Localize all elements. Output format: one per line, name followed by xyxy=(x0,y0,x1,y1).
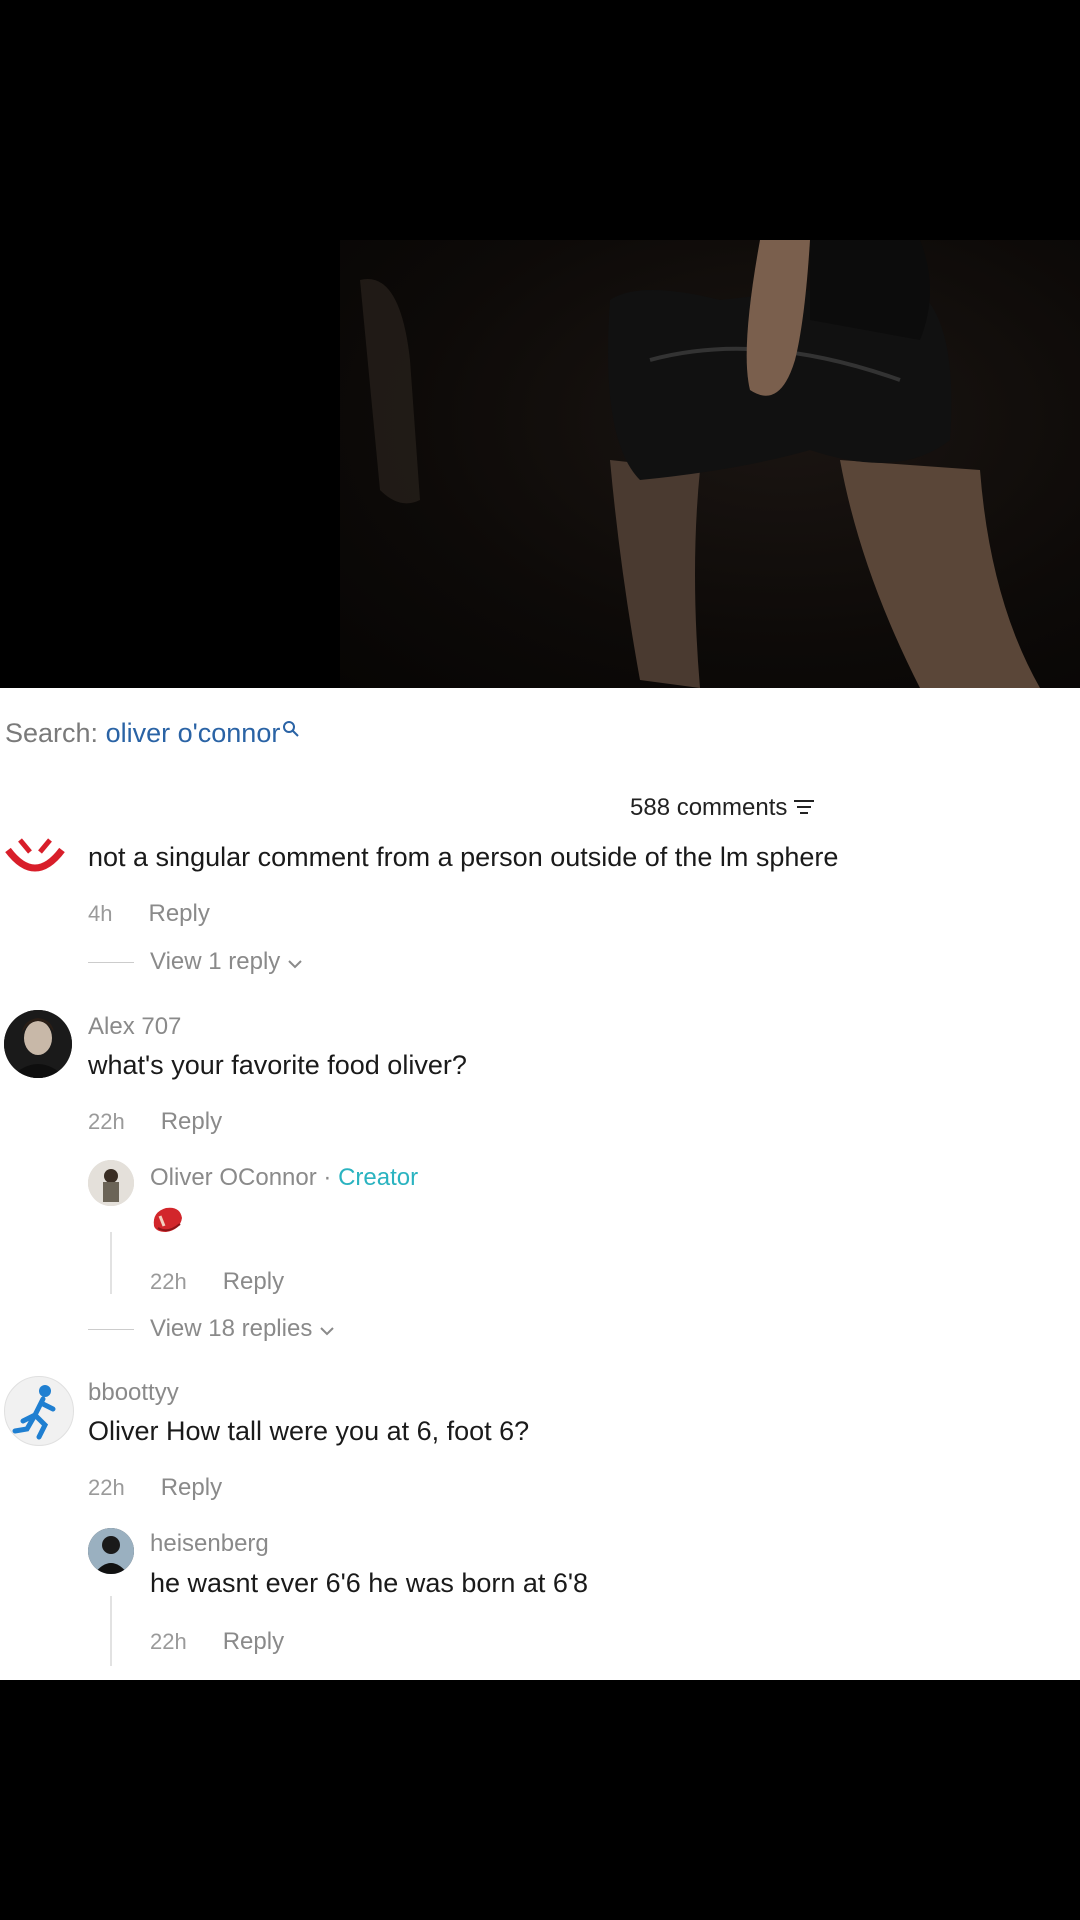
creator-badge: Creator xyxy=(338,1164,419,1191)
search-label: Search: xyxy=(5,718,99,748)
thread-line xyxy=(110,1232,112,1294)
reply-text: he wasnt ever 6'6 he was born at 6'8 xyxy=(150,1568,589,1598)
comment-text: what's your favorite food oliver? xyxy=(88,1050,467,1080)
reply-meta: 22h Reply xyxy=(150,1628,284,1656)
divider xyxy=(88,962,134,964)
avatar[interactable] xyxy=(4,1376,74,1446)
comment-time: 4h xyxy=(88,901,113,926)
video-frame[interactable] xyxy=(340,240,1080,688)
comments-count: 588 comments xyxy=(630,794,815,823)
chevron-down-icon xyxy=(287,948,303,975)
comment-username[interactable]: Alex 707 xyxy=(88,1013,181,1041)
reply-username: Oliver OConnor · Creator xyxy=(150,1164,419,1191)
avatar[interactable] xyxy=(0,838,70,878)
divider xyxy=(88,1329,134,1331)
comment-time: 22h xyxy=(88,1475,125,1500)
reply-button[interactable]: Reply xyxy=(223,1628,284,1655)
runner-icon xyxy=(12,1385,56,1440)
reply-meta: 22h Reply xyxy=(150,1268,284,1296)
comment-time: 22h xyxy=(88,1109,125,1134)
reply-button[interactable]: Reply xyxy=(161,1108,222,1135)
search-bar[interactable]: Search: oliver o'connor xyxy=(5,718,300,749)
search-query[interactable]: oliver o'connor xyxy=(106,718,281,748)
comment-meta: 22h Reply xyxy=(88,1474,222,1502)
comment-meta: 22h Reply xyxy=(88,1108,222,1136)
comments-panel: Search: oliver o'connor 588 comments not… xyxy=(0,688,1080,1680)
chevron-down-icon xyxy=(319,1315,335,1342)
reply-button[interactable]: Reply xyxy=(161,1474,222,1501)
thread-line xyxy=(110,1596,112,1666)
reply-button[interactable]: Reply xyxy=(148,900,209,927)
reply-username[interactable]: heisenberg xyxy=(150,1530,269,1558)
search-icon[interactable] xyxy=(282,714,300,745)
avatar[interactable] xyxy=(4,1010,72,1078)
comment-time: 22h xyxy=(150,1269,187,1294)
video-player[interactable] xyxy=(0,0,1080,688)
avatar[interactable] xyxy=(88,1528,134,1574)
video-figure-image xyxy=(360,240,1040,688)
comment-meta: 4h Reply xyxy=(88,900,210,928)
avatar[interactable] xyxy=(88,1160,134,1206)
comment-text: Oliver How tall were you at 6, foot 6? xyxy=(88,1416,530,1446)
filter-icon[interactable] xyxy=(793,795,815,823)
comment-time: 22h xyxy=(150,1629,187,1654)
reply-button[interactable]: Reply xyxy=(223,1268,284,1295)
view-replies-button[interactable]: View 1 reply xyxy=(88,948,303,976)
comment-text: not a singular comment from a person out… xyxy=(88,842,839,872)
view-replies-button[interactable]: View 18 replies xyxy=(88,1315,335,1343)
comment-username[interactable]: bboottyy xyxy=(88,1379,179,1407)
steak-emoji-icon xyxy=(150,1204,186,1241)
